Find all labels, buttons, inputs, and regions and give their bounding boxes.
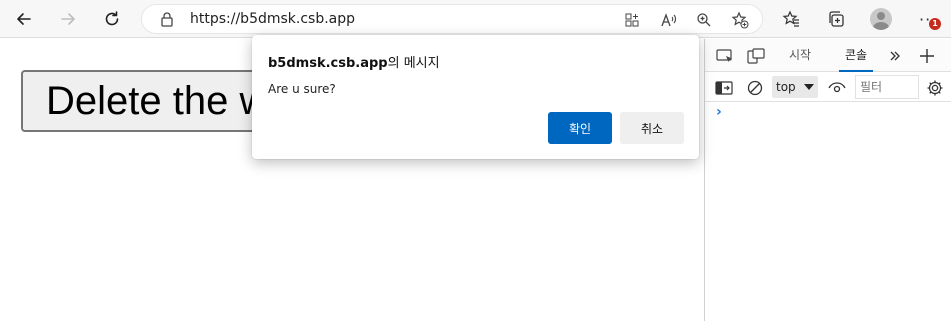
dialog-message: Are u sure? — [268, 82, 336, 96]
add-favorite-icon[interactable] — [730, 10, 750, 30]
more-tabs-icon[interactable] — [885, 46, 905, 66]
filter-input[interactable] — [855, 75, 919, 99]
lock-icon[interactable] — [161, 12, 173, 31]
clear-console-icon[interactable] — [745, 78, 765, 98]
tab-welcome[interactable]: 시작 — [789, 39, 811, 72]
live-expression-eye-icon[interactable] — [827, 78, 847, 98]
context-select[interactable]: top — [772, 76, 818, 98]
dialog-title: b5dmsk.csb.app의 메시지 — [268, 52, 440, 71]
alert-dialog: b5dmsk.csb.app의 메시지 Are u sure? 확인 취소 — [252, 35, 699, 159]
collections-icon[interactable] — [821, 4, 851, 34]
inspect-element-icon[interactable] — [715, 46, 735, 66]
devtools-panel: 시작 콘솔 top › — [704, 39, 951, 321]
dialog-title-suffix: 의 메시지 — [387, 56, 440, 71]
dialog-origin: b5dmsk.csb.app — [268, 56, 388, 71]
app-available-icon[interactable] — [622, 10, 642, 30]
device-emulation-icon[interactable] — [746, 46, 766, 66]
profile-avatar[interactable] — [870, 8, 892, 30]
read-aloud-icon[interactable] — [659, 10, 679, 30]
favorites-icon[interactable] — [776, 4, 806, 34]
back-arrow-icon[interactable] — [9, 4, 39, 34]
url-text[interactable]: https://b5dmsk.csb.app — [190, 11, 355, 27]
refresh-icon[interactable] — [97, 4, 127, 34]
cancel-button[interactable]: 취소 — [620, 112, 684, 144]
tab-console[interactable]: 콘솔 — [838, 39, 874, 72]
more-menu-button[interactable]: ··· 1 — [915, 6, 945, 32]
gear-icon[interactable] — [925, 78, 945, 98]
ok-button[interactable]: 확인 — [548, 112, 612, 144]
add-tab-icon[interactable] — [917, 46, 937, 66]
address-bar[interactable]: https://b5dmsk.csb.app — [141, 4, 763, 34]
toggle-sidebar-icon[interactable] — [714, 78, 734, 98]
forward-arrow-icon[interactable] — [53, 4, 83, 34]
notification-badge: 1 — [929, 18, 941, 30]
zoom-icon[interactable] — [694, 10, 714, 30]
devtools-tabbar: 시작 콘솔 — [705, 39, 951, 72]
console-prompt-caret-icon[interactable]: › — [716, 104, 722, 120]
context-select-value: top — [776, 80, 796, 94]
chevron-down-icon — [804, 84, 814, 90]
browser-toolbar: https://b5dmsk.csb.app ··· 1 — [0, 0, 951, 38]
